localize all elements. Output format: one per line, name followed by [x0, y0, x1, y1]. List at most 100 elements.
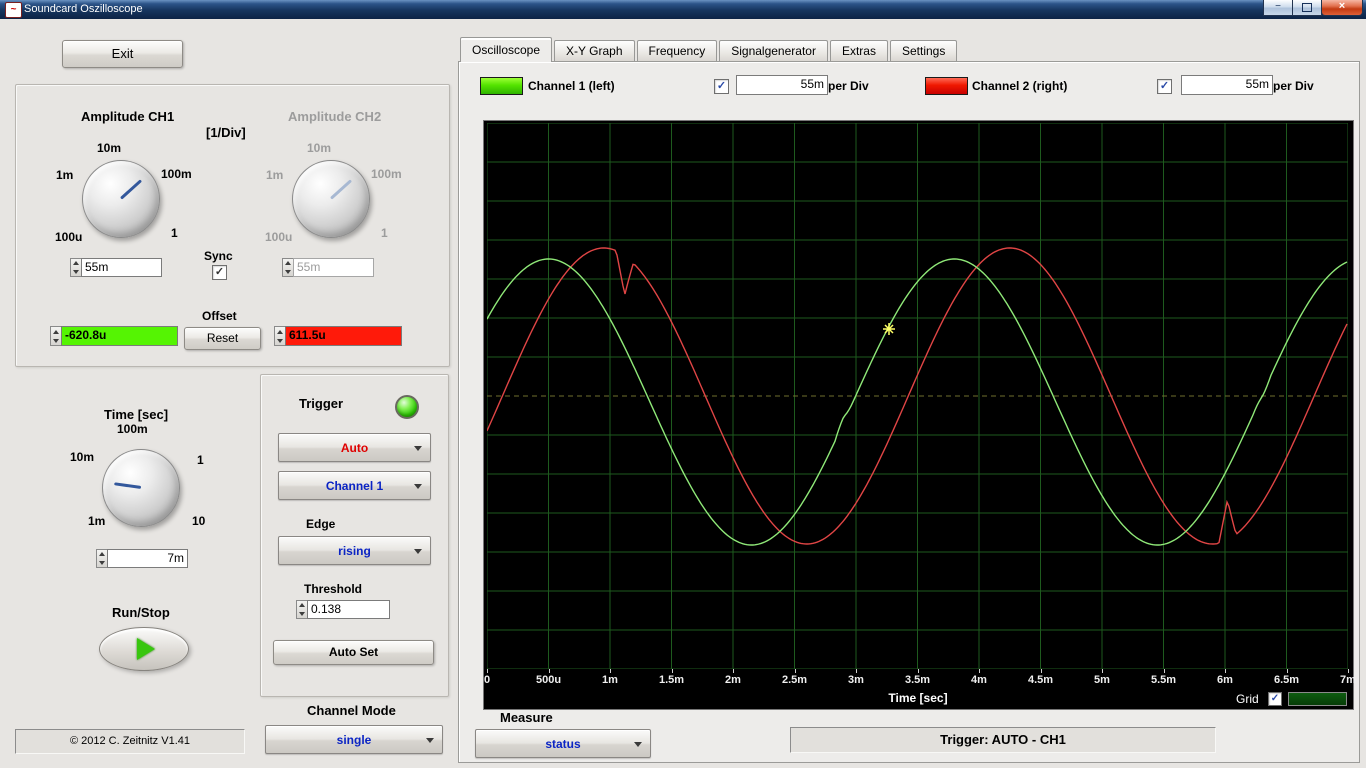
offset-reset-button[interactable]: Reset: [184, 327, 261, 350]
amplitude-ch2-knob[interactable]: [292, 160, 370, 238]
channel2-color-swatch: [925, 77, 968, 95]
x-tick-mark: [1286, 669, 1288, 673]
x-tick-label: 6.5m: [1273, 674, 1300, 686]
knob-needle: [114, 482, 142, 489]
trigger-title: Trigger: [299, 396, 344, 411]
per-div-label: per Div: [828, 79, 869, 93]
channel1-per-div-field[interactable]: 55m: [736, 75, 828, 95]
x-tick-mark: [979, 669, 980, 673]
tab-xy-graph[interactable]: X-Y Graph: [554, 40, 635, 61]
x-tick-label: 7m: [1340, 674, 1356, 686]
x-tick-mark: [487, 669, 488, 673]
amplitude-ch1-title: Amplitude CH1: [81, 109, 175, 124]
trigger-edge-value: rising: [338, 543, 371, 558]
channel1-legend-label: Channel 1 (left): [528, 79, 615, 93]
x-tick-mark: [1348, 669, 1349, 673]
amplitude-ch2-value[interactable]: 55m: [293, 258, 374, 277]
sync-label: Sync: [204, 249, 233, 263]
time-title: Time [sec]: [104, 407, 169, 422]
chevron-down-icon: [414, 483, 422, 489]
tab-signalgenerator[interactable]: Signalgenerator: [719, 40, 828, 61]
x-tick-label: 0: [483, 674, 491, 686]
x-tick-mark: [1102, 669, 1103, 673]
time-value[interactable]: 7m: [107, 549, 188, 568]
knob-needle: [329, 179, 353, 200]
threshold-field: 0.138: [296, 600, 390, 619]
offset-ch1-value[interactable]: -620.8u: [61, 326, 178, 346]
channel2-enable-checkbox[interactable]: ✓: [1157, 79, 1172, 94]
measure-value: status: [545, 736, 581, 751]
offset-ch2-field: 611.5u: [274, 326, 402, 346]
auto-set-button[interactable]: Auto Set: [273, 640, 434, 665]
exit-button[interactable]: Exit: [62, 40, 183, 68]
knob-tick-label: 100m: [161, 167, 192, 181]
x-tick-label: 4m: [971, 674, 987, 686]
increment-decrement-icon[interactable]: [296, 600, 307, 619]
x-tick-mark: [856, 669, 857, 673]
x-tick-label: 4.5m: [1027, 674, 1054, 686]
channel2-per-div-field[interactable]: 55m: [1181, 75, 1273, 95]
copyright-box: © 2012 C. Zeitnitz V1.41: [15, 729, 245, 754]
chevron-down-icon: [634, 741, 642, 747]
knob-tick-label: 100m: [117, 422, 148, 436]
channel-mode-value: single: [336, 732, 372, 747]
per-div-unit-label: [1/Div]: [206, 125, 246, 140]
chevron-down-icon: [426, 737, 434, 743]
x-tick-label: 6m: [1217, 674, 1233, 686]
trigger-mode-dropdown[interactable]: Auto: [278, 433, 431, 462]
amplitude-ch2-title: Amplitude CH2: [288, 109, 382, 124]
threshold-value[interactable]: 0.138: [307, 600, 390, 619]
run-stop-button[interactable]: [99, 627, 189, 671]
tab-settings[interactable]: Settings: [889, 40, 958, 61]
amplitude-ch1-value[interactable]: 55m: [81, 258, 162, 277]
tab-frequency[interactable]: Frequency: [636, 40, 718, 61]
knob-needle: [119, 179, 143, 200]
tab-strip: Oscilloscope X-Y Graph Frequency Signalg…: [460, 37, 959, 62]
sync-checkbox[interactable]: ✓: [212, 265, 227, 280]
offset-ch1-field: -620.8u: [50, 326, 178, 346]
trigger-source-dropdown[interactable]: Channel 1: [278, 471, 431, 500]
increment-decrement-icon[interactable]: [96, 549, 107, 568]
x-tick-mark: [610, 669, 611, 673]
amplitude-ch1-field: 55m: [70, 258, 162, 277]
channel-mode-label: Channel Mode: [307, 703, 396, 718]
knob-tick-label: 10m: [97, 141, 122, 155]
tab-extras[interactable]: Extras: [829, 40, 888, 61]
x-tick-mark: [733, 669, 734, 673]
amplitude-ch2-field: 55m: [282, 258, 374, 277]
edge-label: Edge: [306, 517, 336, 531]
chevron-down-icon: [414, 548, 422, 554]
maximize-button[interactable]: [1292, 0, 1322, 16]
x-axis-title: Time [sec]: [888, 691, 948, 705]
offset-ch2-value[interactable]: 611.5u: [285, 326, 402, 346]
x-tick-label: 2.5m: [781, 674, 808, 686]
channel-mode-dropdown[interactable]: single: [265, 725, 443, 754]
scope-plot[interactable]: [487, 123, 1348, 669]
grid-checkbox[interactable]: ✓: [1268, 692, 1282, 706]
increment-decrement-icon[interactable]: [70, 258, 81, 277]
increment-decrement-icon[interactable]: [274, 326, 285, 346]
minimize-button[interactable]: −: [1263, 0, 1293, 16]
maximize-icon: [1302, 3, 1312, 12]
channel1-enable-checkbox[interactable]: ✓: [714, 79, 729, 94]
tab-oscilloscope[interactable]: Oscilloscope: [460, 37, 553, 62]
trigger-edge-dropdown[interactable]: rising: [278, 536, 431, 565]
amplitude-ch1-knob[interactable]: [82, 160, 160, 238]
measure-dropdown[interactable]: status: [475, 729, 651, 758]
knob-tick-label: 10m: [70, 450, 95, 464]
knob-tick-label: 100m: [371, 167, 402, 181]
x-tick-label: 1.5m: [658, 674, 685, 686]
trigger-status-bar: Trigger: AUTO - CH1: [790, 727, 1216, 753]
increment-decrement-icon[interactable]: [282, 258, 293, 277]
knob-tick-label: 1m: [266, 168, 284, 182]
play-icon: [137, 638, 155, 660]
x-tick-mark: [548, 669, 550, 673]
per-div-label: per Div: [1273, 79, 1314, 93]
channel2-legend-label: Channel 2 (right): [972, 79, 1068, 93]
run-stop-label: Run/Stop: [112, 605, 170, 620]
grid-color-swatch[interactable]: [1288, 692, 1347, 706]
close-button[interactable]: ×: [1321, 0, 1363, 16]
x-tick-mark: [1225, 669, 1226, 673]
increment-decrement-icon[interactable]: [50, 326, 61, 346]
time-knob[interactable]: [102, 449, 180, 527]
